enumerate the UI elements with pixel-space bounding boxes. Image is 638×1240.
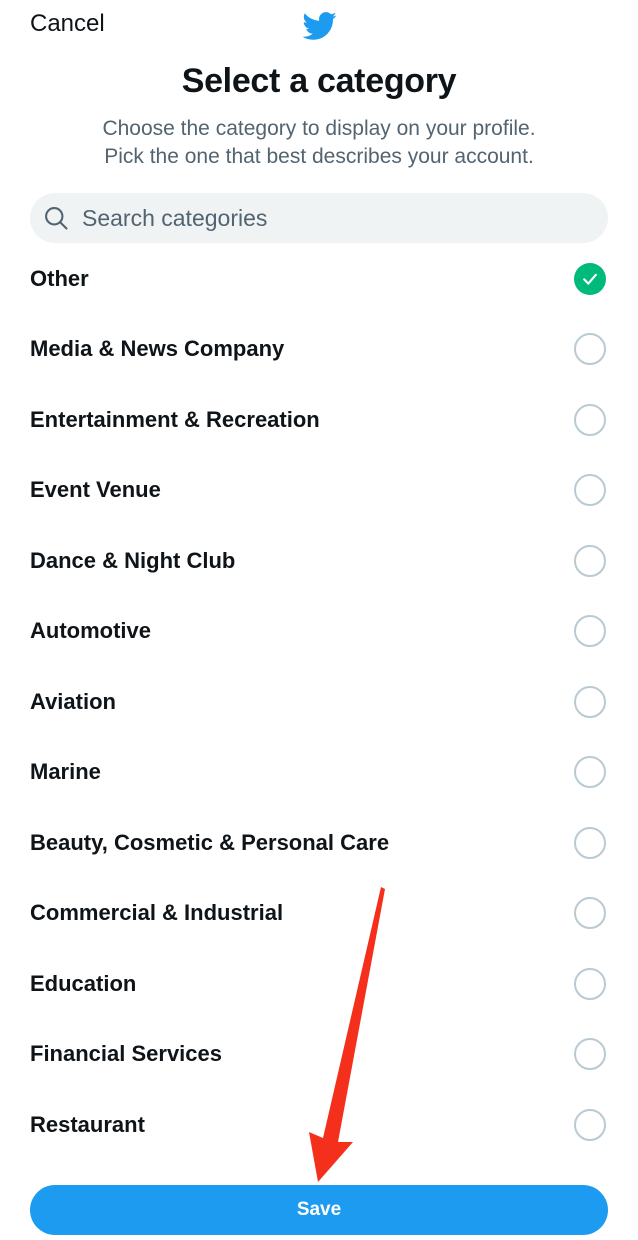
category-label: Dance & Night Club [30, 547, 236, 573]
radio-checked-icon[interactable] [574, 263, 606, 295]
category-label: Other [30, 266, 89, 291]
radio-unchecked-icon[interactable] [574, 756, 606, 789]
radio-unchecked-icon[interactable] [574, 615, 606, 648]
category-option[interactable]: Education [0, 949, 638, 1020]
search-bar[interactable] [30, 193, 608, 243]
subtitle-line-1: Choose the category to display on your p… [102, 117, 536, 140]
radio-unchecked-icon[interactable] [574, 685, 606, 718]
save-button[interactable]: Save [30, 1185, 608, 1235]
category-label: Automotive [30, 618, 151, 644]
radio-unchecked-icon[interactable] [574, 474, 606, 507]
category-label: Financial Services [30, 1041, 222, 1067]
category-option[interactable]: Event Venue [0, 455, 638, 526]
category-option[interactable]: Beauty, Cosmetic & Personal Care [0, 808, 638, 879]
search-input[interactable] [82, 204, 562, 232]
category-option[interactable]: Media & News Company [0, 314, 638, 385]
category-option[interactable]: Automotive [0, 596, 638, 667]
radio-unchecked-icon[interactable] [574, 967, 606, 1000]
category-option[interactable]: Marine [0, 737, 638, 808]
category-label: Aviation [30, 688, 116, 714]
top-bar: Cancel [0, 0, 638, 56]
radio-unchecked-icon[interactable] [574, 1038, 606, 1071]
category-option[interactable]: Dance & Night Club [0, 526, 638, 597]
page-subtitle: Choose the category to display on your p… [0, 115, 638, 171]
radio-unchecked-icon[interactable] [574, 1108, 606, 1141]
category-option[interactable]: Restaurant [0, 1090, 638, 1161]
category-label: Beauty, Cosmetic & Personal Care [30, 829, 390, 855]
twitter-bird-icon [302, 12, 337, 40]
category-label: Media & News Company [30, 336, 285, 362]
radio-unchecked-icon[interactable] [574, 897, 606, 930]
category-label: Event Venue [30, 477, 161, 503]
category-list: Other Media & News Company Entertainment &… [0, 244, 638, 1184]
category-option[interactable]: Commercial & Industrial [0, 878, 638, 949]
search-icon [45, 207, 68, 230]
radio-unchecked-icon[interactable] [574, 333, 606, 366]
radio-unchecked-icon[interactable] [574, 544, 606, 577]
cancel-button[interactable]: Cancel [30, 10, 105, 38]
category-label: Education [30, 970, 137, 996]
category-option[interactable]: Other [0, 244, 638, 314]
category-option[interactable]: Aviation [0, 667, 638, 738]
category-label: Marine [30, 759, 101, 785]
subtitle-line-2: Pick the one that best describes your ac… [104, 145, 534, 168]
category-label: Entertainment & Recreation [30, 406, 320, 432]
radio-unchecked-icon[interactable] [574, 403, 606, 436]
category-option[interactable]: Entertainment & Recreation [0, 385, 638, 456]
page-title: Select a category [181, 62, 457, 100]
category-label: Restaurant [30, 1111, 145, 1137]
category-option[interactable]: Financial Services [0, 1019, 638, 1090]
checkmark-icon [583, 273, 597, 285]
category-label: Commercial & Industrial [30, 900, 284, 926]
radio-unchecked-icon[interactable] [574, 826, 606, 859]
